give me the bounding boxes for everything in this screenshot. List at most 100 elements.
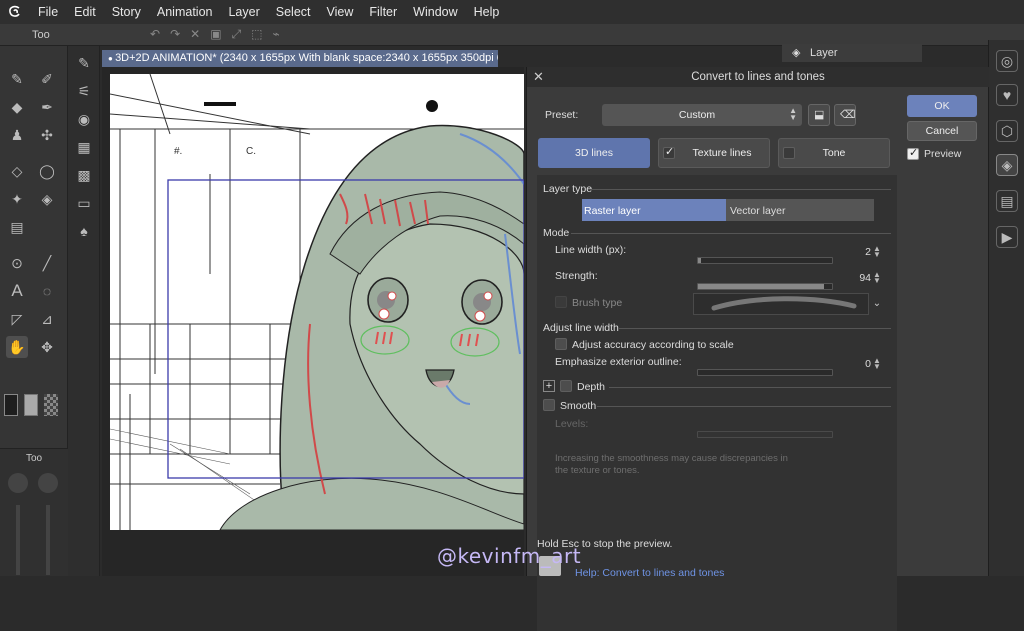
tone-checkbox[interactable] bbox=[783, 147, 795, 159]
brush-type-dropdown[interactable]: ⌄ bbox=[869, 293, 885, 315]
move-icon[interactable]: ✥ bbox=[36, 336, 58, 358]
menu-file[interactable]: File bbox=[30, 0, 66, 24]
emphasize-spinner-icon[interactable]: ▲ ▼ bbox=[873, 357, 881, 371]
tool-palette: ✎ ✐ ◆ ✒ ♟ ✣ ◇ ◯ ✦ ◈ ▤ ⊙ ╱ A ◌ ◸ ⊿ ✋ ✥ To… bbox=[0, 46, 68, 576]
divider bbox=[619, 328, 891, 329]
sub-color-swatch[interactable] bbox=[24, 394, 38, 416]
menu-filter[interactable]: Filter bbox=[361, 0, 405, 24]
canvas-tab[interactable]: ● 3D+2D ANIMATION* (2340 x 1655px With b… bbox=[102, 50, 498, 67]
layer-panel-icon[interactable]: ◈ bbox=[996, 154, 1018, 176]
navigator-panel-icon[interactable]: ◎ bbox=[996, 50, 1018, 72]
fill-bucket-icon[interactable]: ◈ bbox=[36, 188, 58, 210]
fill-icon[interactable]: ▣ bbox=[210, 27, 221, 43]
preset-value: Custom bbox=[678, 109, 716, 121]
canvas-paper[interactable]: #. C. bbox=[110, 74, 524, 530]
gradient-icon[interactable]: ▤ bbox=[6, 216, 28, 238]
line-width-value[interactable]: 2 bbox=[851, 246, 871, 258]
tab-texture-lines[interactable]: ✓ Texture lines bbox=[658, 138, 770, 168]
depth-checkbox[interactable] bbox=[560, 380, 572, 392]
color-wheel-panel-icon[interactable]: ♥ bbox=[996, 84, 1018, 106]
main-color-swatch[interactable] bbox=[4, 394, 18, 416]
eraser-icon[interactable]: ◇ bbox=[6, 160, 28, 182]
property-panel-icon[interactable]: ▤ bbox=[996, 190, 1018, 212]
blend-icon[interactable]: ✣ bbox=[36, 124, 58, 146]
line-width-spinner-icon[interactable]: ▲ ▼ bbox=[873, 245, 881, 259]
close-icon[interactable]: ✕ bbox=[533, 69, 544, 85]
help-link[interactable]: Help: Convert to lines and tones bbox=[575, 567, 724, 579]
lasso-icon[interactable]: ◯ bbox=[36, 160, 58, 182]
pen-icon[interactable]: ✎ bbox=[6, 68, 28, 90]
menu-select[interactable]: Select bbox=[268, 0, 319, 24]
sub-tool-slider[interactable] bbox=[46, 505, 50, 575]
transform-icon[interactable]: ⤢ bbox=[232, 27, 242, 43]
tab-3d-lines[interactable]: 3D lines bbox=[538, 138, 650, 168]
color-icon[interactable]: ♠ bbox=[73, 220, 95, 242]
menu-edit[interactable]: Edit bbox=[66, 0, 104, 24]
decoration-icon[interactable]: ♟ bbox=[6, 124, 28, 146]
menu-view[interactable]: View bbox=[319, 0, 362, 24]
hand-icon[interactable]: ✋ bbox=[6, 336, 28, 358]
smooth-checkbox[interactable] bbox=[543, 399, 555, 411]
animation-panel-icon[interactable]: ▶ bbox=[996, 226, 1018, 248]
sub-tool-slot[interactable] bbox=[38, 473, 58, 493]
preset-select[interactable]: Custom ▲ ▼ bbox=[602, 104, 802, 126]
sub-tool-slider[interactable] bbox=[16, 505, 20, 575]
levels-slider[interactable] bbox=[697, 431, 833, 438]
texture-lines-checkbox[interactable]: ✓ bbox=[663, 146, 675, 159]
menu-window[interactable]: Window bbox=[405, 0, 465, 24]
menu-animation[interactable]: Animation bbox=[149, 0, 221, 24]
emphasize-slider[interactable] bbox=[697, 369, 833, 376]
adjust-icon[interactable]: ⚟ bbox=[73, 80, 95, 102]
layer-type-raster-option[interactable]: Raster layer bbox=[582, 199, 726, 221]
material-icon[interactable]: ▩ bbox=[73, 164, 95, 186]
pencil-icon[interactable]: ✐ bbox=[36, 68, 58, 90]
camera-icon[interactable]: ◉ bbox=[73, 108, 95, 130]
ruler-icon[interactable]: ⊿ bbox=[36, 308, 58, 330]
sub-tool-label: Too bbox=[26, 453, 43, 464]
tool-tab-left[interactable]: Too bbox=[6, 26, 62, 44]
layer-type-vector-option[interactable]: Vector layer bbox=[726, 199, 874, 221]
balloon-icon[interactable]: ◌ bbox=[36, 280, 58, 302]
depth-expand-button[interactable]: + bbox=[543, 380, 555, 392]
line-width-slider[interactable] bbox=[697, 257, 833, 264]
cancel-button[interactable]: Cancel bbox=[907, 121, 977, 141]
line-icon[interactable]: ╱ bbox=[36, 252, 58, 274]
strength-slider[interactable] bbox=[697, 283, 833, 290]
deselect-icon[interactable]: ⬚ bbox=[251, 27, 262, 43]
divider bbox=[597, 406, 891, 407]
redo-icon[interactable]: ↷ bbox=[170, 27, 180, 43]
sub-tool-tab[interactable]: Too bbox=[26, 453, 42, 464]
brush-type-preview[interactable] bbox=[693, 293, 869, 315]
auto-select-icon[interactable]: ✦ bbox=[6, 188, 28, 210]
airbrush-icon[interactable]: ✒ bbox=[36, 96, 58, 118]
undo-icon[interactable]: ↶ bbox=[150, 27, 160, 43]
brush-type-checkbox[interactable] bbox=[555, 296, 567, 308]
app-logo-icon[interactable] bbox=[0, 0, 30, 24]
strength-value[interactable]: 94 bbox=[851, 272, 871, 284]
text-icon[interactable]: A bbox=[6, 280, 28, 302]
sub-tool-slot[interactable] bbox=[8, 473, 28, 493]
strength-spinner-icon[interactable]: ▲ ▼ bbox=[873, 271, 881, 285]
preview-checkbox[interactable]: ✓ Preview bbox=[907, 147, 977, 163]
navigator-icon[interactable]: ▦ bbox=[73, 136, 95, 158]
preview-checkbox-box: ✓ bbox=[907, 147, 919, 160]
delete-preset-button[interactable]: ⌫ bbox=[834, 104, 856, 126]
menu-help[interactable]: Help bbox=[466, 0, 508, 24]
adjust-accuracy-checkbox[interactable] bbox=[555, 338, 567, 350]
emphasize-value[interactable]: 0 bbox=[851, 358, 871, 370]
snap-icon[interactable]: ⌁ bbox=[272, 27, 279, 43]
frame-icon[interactable]: ◸ bbox=[6, 308, 28, 330]
eyedropper-icon[interactable]: ⊙ bbox=[6, 252, 28, 274]
layer-panel-tab[interactable]: ◈ Layer bbox=[782, 44, 922, 62]
menu-layer[interactable]: Layer bbox=[220, 0, 267, 24]
menu-story[interactable]: Story bbox=[104, 0, 149, 24]
clear-icon[interactable]: ✕ bbox=[190, 27, 200, 43]
ok-button[interactable]: OK bbox=[907, 95, 977, 117]
save-preset-button[interactable]: ⬓ bbox=[808, 104, 830, 126]
pen-tool-icon[interactable]: ✎ bbox=[73, 52, 95, 74]
brush-icon[interactable]: ◆ bbox=[6, 96, 28, 118]
material-panel-icon[interactable]: ⬡ bbox=[996, 120, 1018, 142]
timeline-icon[interactable]: ▭ bbox=[73, 192, 95, 214]
tab-tone[interactable]: Tone bbox=[778, 138, 890, 168]
transparent-swatch[interactable] bbox=[44, 394, 58, 416]
